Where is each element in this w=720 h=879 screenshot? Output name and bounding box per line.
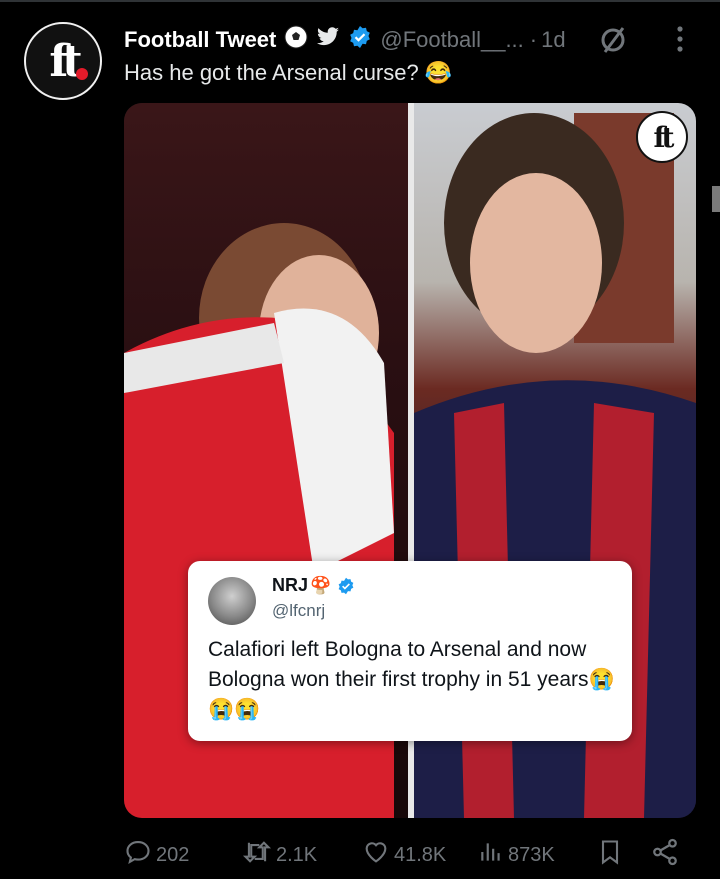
more-icon[interactable] — [670, 22, 690, 56]
header-separator: · — [529, 27, 538, 52]
quoted-avatar — [208, 577, 256, 625]
views-button[interactable]: 873K — [478, 838, 555, 872]
quoted-handle: @lfcnrj — [272, 601, 326, 620]
tweet-media[interactable]: ft NRJ 🍄 @lfcnrj Calafiori left Bologna … — [124, 103, 696, 818]
author-display-name[interactable]: Football Tweet — [124, 27, 276, 53]
reply-button[interactable]: 202 — [124, 838, 189, 872]
avatar-ball-dot — [76, 68, 88, 80]
bookmark-icon — [596, 837, 628, 873]
mushroom-icon: 🍄 — [310, 575, 332, 595]
tweet-text: Has he got the Arsenal curse? 😂 — [124, 60, 453, 85]
quoted-tweet-card: NRJ 🍄 @lfcnrj Calafiori left Bologna to … — [188, 561, 632, 741]
share-button[interactable] — [650, 838, 684, 872]
top-divider — [0, 0, 720, 2]
reply-count: 202 — [156, 843, 190, 866]
quoted-text: Calafiori left Bologna to Arsenal and no… — [208, 638, 615, 721]
avatar-logo-text: ft — [49, 35, 82, 87]
retweet-count: 2.1K — [276, 843, 318, 866]
media-watermark-logo: ft — [636, 111, 688, 163]
action-bar: 202 2.1K 41.8K 873K — [124, 838, 696, 872]
reply-icon — [124, 838, 156, 872]
verified-icon — [348, 25, 372, 55]
tweet-header: Football Tweet @Football__... · 1d — [124, 25, 566, 55]
author-avatar[interactable]: ft — [24, 22, 102, 100]
quoted-name-row: NRJ 🍄 — [272, 575, 355, 596]
like-button[interactable]: 41.8K — [362, 838, 446, 872]
tweet-time[interactable]: 1d — [541, 27, 565, 53]
scrollbar-thumb[interactable] — [712, 186, 720, 212]
retweet-icon — [242, 838, 276, 872]
views-icon — [478, 838, 508, 872]
quoted-verified-icon — [337, 577, 355, 595]
media-watermark-text: ft — [653, 120, 675, 154]
soccer-ball-icon — [284, 25, 308, 55]
bird-icon — [316, 27, 340, 53]
like-icon — [362, 838, 394, 872]
grok-icon[interactable] — [598, 24, 630, 56]
share-icon — [650, 837, 684, 873]
like-count: 41.8K — [394, 843, 447, 866]
views-count: 873K — [508, 843, 555, 866]
bookmark-button[interactable] — [596, 838, 628, 872]
quoted-name: NRJ — [272, 575, 309, 595]
retweet-button[interactable]: 2.1K — [242, 838, 317, 872]
author-handle[interactable]: @Football__... — [380, 27, 523, 53]
